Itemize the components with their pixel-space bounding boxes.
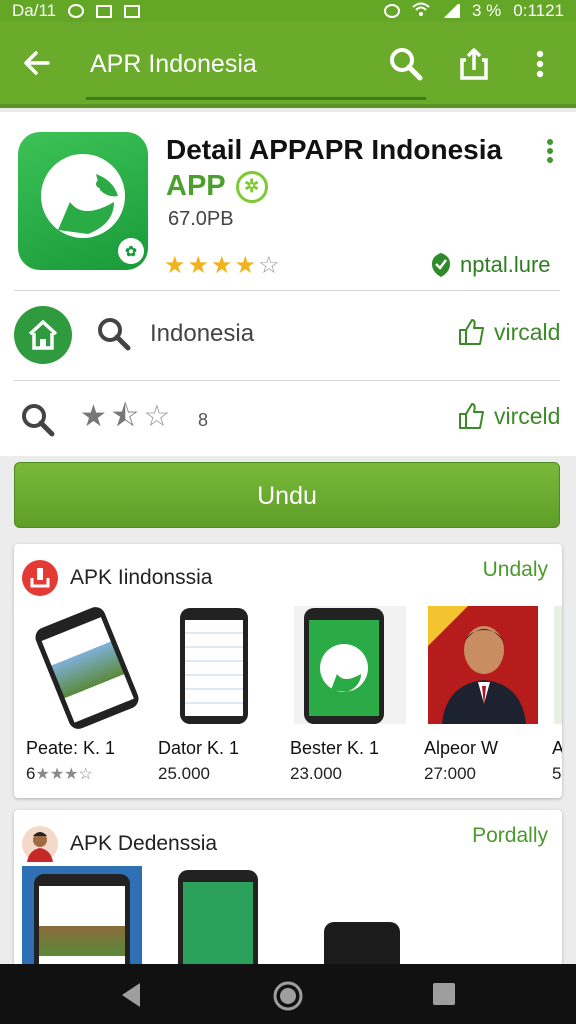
star-filled-icon: ★: [211, 252, 233, 279]
avatar: [22, 826, 58, 862]
star-filled-icon: ★: [164, 252, 186, 279]
nav-recents-icon[interactable]: [430, 980, 460, 1010]
download-button[interactable]: Undu: [14, 462, 560, 528]
share-icon[interactable]: [456, 46, 492, 82]
star-half-icon: ⯪: [110, 400, 140, 433]
app-item-name[interactable]: Alr: [552, 738, 562, 759]
app-item-name[interactable]: Dator K. 1: [158, 738, 239, 759]
section-title: APK Dedenssia: [70, 832, 218, 855]
clock: 0:1121: [513, 1, 564, 20]
back-arrow-icon[interactable]: [20, 46, 54, 80]
search-row-text[interactable]: Indonesia: [150, 320, 254, 348]
sync-icon: [68, 4, 85, 18]
app-detail-panel: ✿ Detail APPAPR Indonesia APP ✲ 67.0PB ★…: [0, 112, 576, 456]
app-item-name[interactable]: Bester K. 1: [290, 738, 379, 759]
app-list-card: APK Iindonssia Undaly Peate: K. 1 6★★★☆ …: [14, 544, 562, 798]
row-action-label: vircald: [494, 318, 561, 345]
app-thumbnail[interactable]: [22, 866, 142, 980]
app-badge-icon: ✿: [118, 238, 144, 264]
app-item-meta: 5m: [552, 764, 562, 783]
row-action-label: vircеld: [494, 402, 561, 429]
app-logo-icon: ✿: [18, 132, 148, 270]
star-filled-icon: ★: [234, 252, 257, 279]
alarm-icon: [383, 4, 400, 18]
system-navigation-bar: [0, 964, 576, 1024]
app-size: 67.0PB: [168, 208, 234, 230]
app-item-meta: 27:000: [424, 764, 476, 783]
status-bar: Da/11 3 % 0:1121: [0, 0, 576, 22]
person-portrait-icon: [428, 606, 538, 724]
app-item-meta: 23.000: [290, 764, 342, 783]
nav-home-icon[interactable]: [272, 980, 303, 1011]
row-action-button[interactable]: vircald: [458, 318, 560, 346]
nav-back-icon[interactable]: [116, 980, 146, 1010]
app-notification-icon: [124, 4, 141, 18]
home-icon: [28, 320, 58, 350]
app-item-meta: 25.000: [158, 764, 210, 783]
row-action-button[interactable]: vircеld: [458, 402, 560, 430]
search-icon[interactable]: [20, 402, 56, 438]
search-query: APR Indonesia: [90, 50, 257, 78]
thumbs-up-icon: [459, 319, 484, 345]
verified-icon: ✲: [235, 170, 268, 203]
divider: [14, 380, 560, 381]
search-icon[interactable]: [388, 46, 424, 82]
app-thumbnail[interactable]: [554, 606, 562, 724]
app-item-meta: 6★★★☆: [26, 764, 93, 784]
notification-icon: [96, 4, 113, 18]
app-thumbnail[interactable]: [294, 606, 406, 724]
detail-menu-icon[interactable]: [540, 138, 560, 164]
install-label: nptal.lure: [460, 252, 551, 277]
search-icon[interactable]: [96, 316, 132, 352]
app-thumbnail[interactable]: [174, 866, 264, 980]
mini-rating-stars-icon: ★★★☆: [35, 766, 93, 783]
app-label: APP ✲: [166, 170, 268, 203]
status-left-text: Da/11: [12, 1, 57, 20]
star-filled-icon: ★: [187, 252, 210, 279]
app-item-name[interactable]: Alpeor W: [424, 738, 498, 759]
battery-text: 3 %: [471, 1, 502, 20]
rating-count: 8: [198, 410, 209, 430]
app-label-text: APP: [166, 170, 226, 202]
user-rating-stars[interactable]: ★ ⯪ ☆: [80, 402, 170, 432]
app-title: Detail APPAPR Indonesia: [166, 134, 503, 165]
app-list-card: APK Dedenssia Pordally: [14, 810, 562, 980]
app-bar: APR Indonesia: [0, 22, 576, 108]
section-title: APK Iindonssia: [70, 566, 213, 589]
divider: [14, 290, 560, 291]
star-filled-icon: ★: [80, 400, 107, 433]
app-thumbnail[interactable]: [164, 606, 274, 724]
download-badge-icon: [22, 560, 58, 596]
thumbs-up-icon: [459, 403, 484, 429]
rating-stars: ★ ★ ★ ★ ☆: [164, 254, 280, 278]
signal-icon: [441, 4, 460, 18]
section-more-link[interactable]: Undaly: [483, 558, 548, 582]
app-item-name[interactable]: Peate: K. 1: [26, 738, 115, 759]
shield-check-icon: [432, 253, 450, 277]
home-button[interactable]: [14, 306, 72, 364]
star-empty-icon: ☆: [143, 400, 171, 433]
wifi-icon: [412, 1, 430, 21]
install-badge[interactable]: nptal.lure: [430, 252, 551, 278]
star-empty-icon: ☆: [258, 252, 280, 279]
app-thumbnail[interactable]: [32, 604, 146, 732]
app-thumbnail[interactable]: [428, 606, 538, 724]
section-more-link[interactable]: Pordally: [472, 824, 548, 848]
search-input[interactable]: APR Indonesia: [86, 32, 426, 100]
overflow-menu-icon[interactable]: [526, 46, 562, 82]
